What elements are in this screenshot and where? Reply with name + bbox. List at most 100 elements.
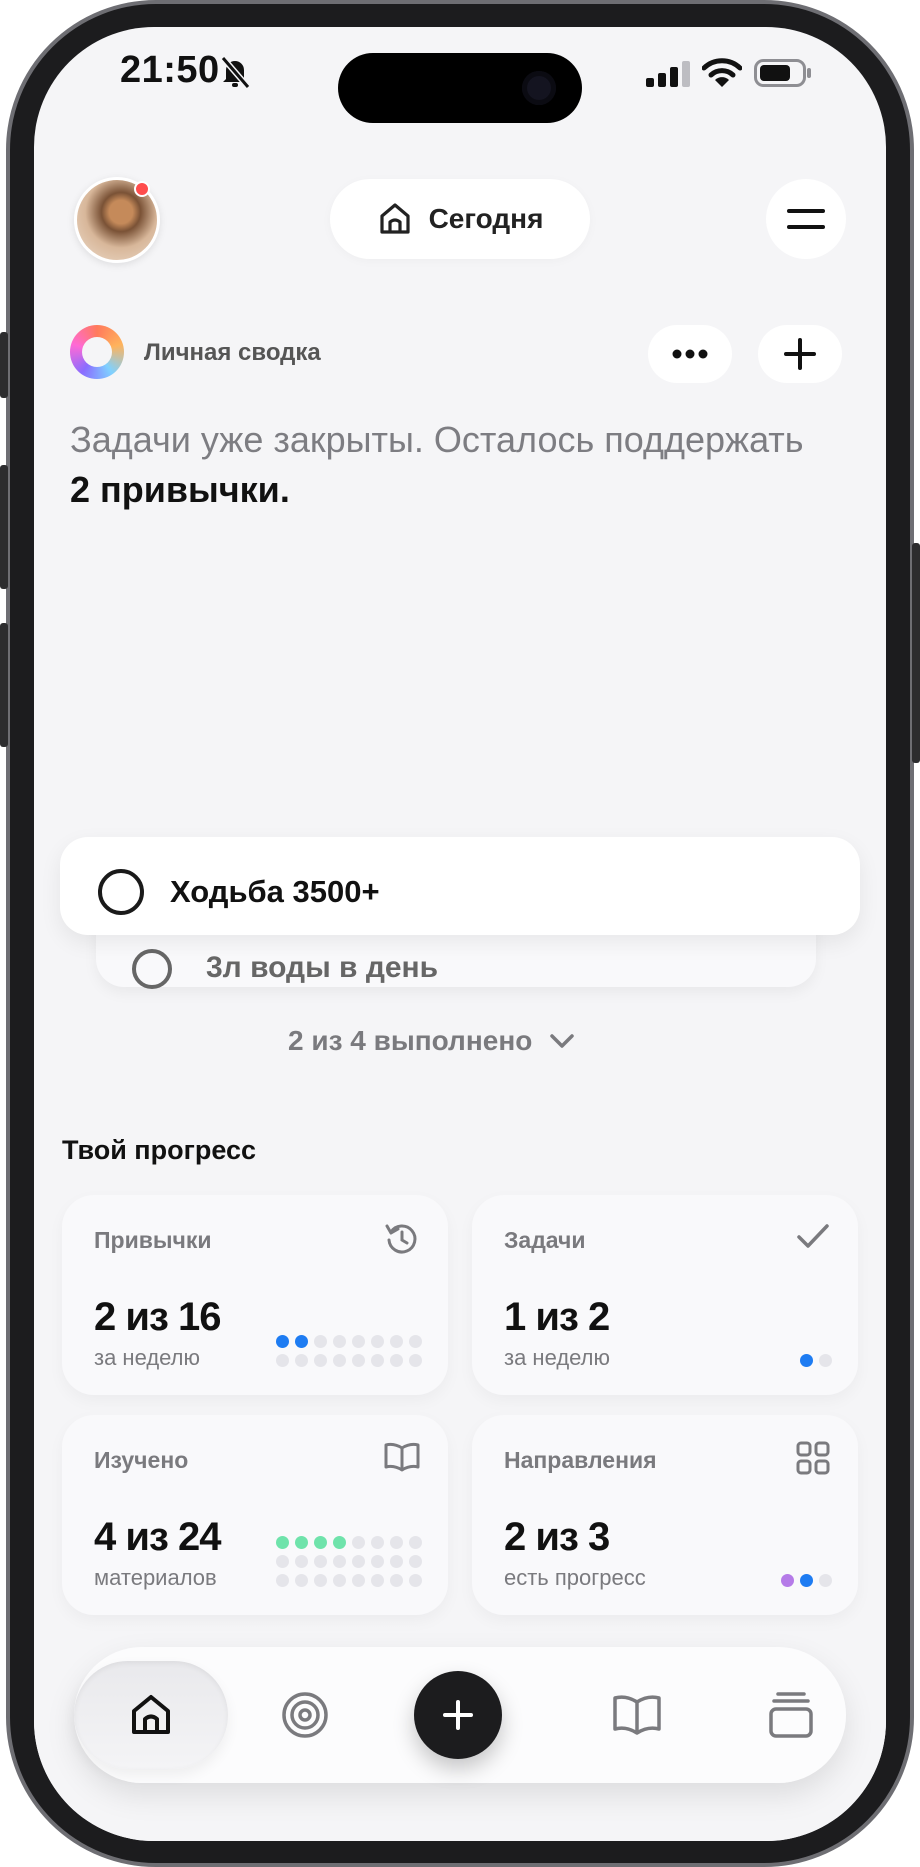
progress-dot [314,1574,327,1587]
summary-text-highlight: 2 привычки. [70,469,290,510]
progress-dot [352,1335,365,1348]
progress-dot [390,1354,403,1367]
progress-dot [276,1354,289,1367]
tab-library[interactable] [560,1661,714,1769]
progress-dot [409,1335,422,1348]
summary-text: Задачи уже закрыты. Осталось поддержать … [70,415,810,515]
progress-dot [409,1574,422,1587]
progress-dot [352,1536,365,1549]
more-button[interactable] [648,325,732,383]
directions-label: Направления [504,1447,657,1473]
habits-label: Привычки [94,1227,212,1253]
habits-card[interactable]: Привычки 2 из 16 за неделю [62,1195,448,1395]
tasks-label: Задачи [504,1227,586,1253]
chevron-down-icon [550,1034,575,1048]
progress-dot [276,1536,289,1549]
progress-dot [390,1555,403,1568]
summary-text-lead: Задачи уже закрыты. Осталось поддержать [70,419,804,460]
tasks-sub: за неделю [504,1345,611,1370]
book-icon [613,1695,661,1735]
menu-icon [787,209,825,229]
mute-switch [0,332,8,398]
progress-dot [390,1536,403,1549]
status-time: 21:50 [120,49,220,91]
menu-button[interactable] [766,179,846,259]
volume-down-button [0,623,8,747]
progress-dot [295,1354,308,1367]
progress-dot [371,1574,384,1587]
progress-dot [314,1555,327,1568]
learned-label: Изучено [94,1447,189,1473]
habits-value: 2 из 16 [94,1295,221,1339]
progress-dot [352,1555,365,1568]
directions-dot-grid [781,1574,832,1587]
progress-dot [781,1574,794,1587]
progress-dot [371,1354,384,1367]
progress-dot [800,1354,813,1367]
progress-dot [352,1574,365,1587]
progress-dot [333,1354,346,1367]
progress-dot [276,1335,289,1348]
progress-dot [371,1536,384,1549]
tasks-dot-grid [800,1354,832,1367]
summary-logo-icon [70,325,124,379]
progress-dot [409,1555,422,1568]
volume-up-button [0,465,8,589]
progress-dot [390,1335,403,1348]
home-icon [379,203,410,234]
tasks-card[interactable]: Задачи 1 из 2 за неделю [472,1195,858,1395]
progress-dot [295,1574,308,1587]
notification-dot [134,181,150,197]
plus-icon [784,338,816,370]
tab-archive[interactable] [714,1661,868,1769]
history-icon [385,1224,417,1254]
progress-dot [409,1536,422,1549]
power-button [912,543,920,763]
progress-dot [800,1574,813,1587]
task-checkbox-walking[interactable] [98,869,144,915]
progress-dot [333,1335,346,1348]
target-icon [282,1692,328,1738]
tab-home[interactable] [74,1661,228,1769]
directions-card[interactable]: Направления 2 из 3 есть прогресс [472,1415,858,1615]
progress-dot [390,1574,403,1587]
completed-toggle[interactable]: 2 из 4 выполнено [288,1025,575,1057]
progress-dot [371,1335,384,1348]
plus-icon [443,1700,473,1730]
progress-dot [333,1574,346,1587]
directions-value: 2 из 3 [504,1515,610,1559]
progress-dot [295,1335,308,1348]
progress-dot [333,1555,346,1568]
progress-dot [819,1354,832,1367]
today-label: Сегодня [428,203,544,234]
progress-title: Твой прогресс [62,1135,257,1165]
tab-bar [74,1647,846,1783]
task-label-walking: Ходьба 3500+ [170,874,380,909]
progress-dot [276,1574,289,1587]
learned-card[interactable]: Изучено 4 из 24 материалов [62,1415,448,1615]
progress-dot [371,1555,384,1568]
today-button[interactable]: Сегодня [330,179,590,259]
wifi-icon [702,58,742,87]
home-icon [132,1695,170,1734]
progress-dot [314,1335,327,1348]
task-checkbox-water[interactable] [132,949,172,989]
add-entry-button[interactable] [414,1671,502,1759]
progress-dot [819,1574,832,1587]
book-icon [384,1442,420,1472]
tab-goals[interactable] [228,1661,382,1769]
task-label-water: 3л воды в день [206,951,439,984]
progress-dot [276,1555,289,1568]
progress-dot [352,1354,365,1367]
progress-dot [295,1536,308,1549]
add-button[interactable] [758,325,842,383]
progress-dot [295,1555,308,1568]
archive-icon [769,1692,813,1738]
camera-icon [522,71,556,105]
progress-dot [314,1536,327,1549]
progress-dot [314,1354,327,1367]
progress-dot [409,1354,422,1367]
tasks-value: 1 из 2 [504,1295,610,1339]
grid-icon [796,1441,830,1475]
screen: 21:50 Сегодня Личная сводка Задачи уже з… [34,27,886,1841]
